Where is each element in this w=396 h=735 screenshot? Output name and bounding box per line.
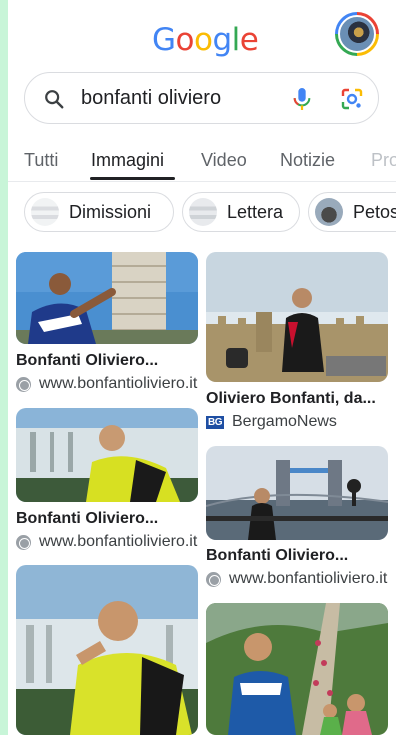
- globe-icon: [16, 376, 31, 392]
- result-title[interactable]: Bonfanti Oliviero...: [206, 547, 388, 565]
- logo-letter: g: [212, 22, 232, 58]
- chip-label: Dimissioni: [69, 201, 152, 222]
- logo-letter: o: [194, 22, 213, 58]
- result-source[interactable]: www.bonfantioliviero.it: [16, 375, 198, 393]
- chip-petosino[interactable]: Petosino: [308, 192, 396, 232]
- chip-label: Petosino: [353, 201, 396, 222]
- chip-thumbnail: [315, 198, 343, 226]
- globe-icon: [206, 571, 221, 587]
- image-result[interactable]: [206, 603, 388, 735]
- result-thumbnail[interactable]: [16, 565, 198, 735]
- result-source[interactable]: www.bonfantioliviero.it: [16, 533, 198, 551]
- tab-immagini[interactable]: Immagini: [91, 150, 164, 171]
- filter-chips: Dimissioni Lettera Petosino: [8, 192, 396, 232]
- image-result[interactable]: Bonfanti Oliviero... www.bonfantiolivier…: [206, 446, 388, 588]
- tab-more[interactable]: Pro: [371, 150, 396, 171]
- tab-video[interactable]: Video: [201, 150, 247, 171]
- globe-icon: [16, 534, 31, 550]
- tab-notizie[interactable]: Notizie: [280, 150, 335, 171]
- search-tabs: Tutti Immagini Video Notizie Pro: [8, 140, 396, 182]
- image-result[interactable]: Bonfanti Oliviero... www.bonfantiolivier…: [16, 408, 198, 550]
- logo-letter: e: [239, 22, 259, 58]
- bergamonews-icon: BG: [206, 415, 224, 429]
- chip-dimissioni[interactable]: Dimissioni: [24, 192, 174, 232]
- result-title[interactable]: Bonfanti Oliviero...: [16, 352, 198, 370]
- image-result[interactable]: [16, 565, 198, 735]
- result-source[interactable]: www.bonfantioliviero.it: [206, 570, 388, 588]
- search-input[interactable]: bonfanti oliviero: [81, 87, 221, 110]
- search-bar[interactable]: bonfanti oliviero: [24, 72, 379, 124]
- result-source-text: BergamoNews: [232, 413, 337, 430]
- avatar-image: [338, 15, 376, 53]
- result-thumbnail[interactable]: [206, 252, 388, 382]
- result-title[interactable]: Oliviero Bonfanti, da...: [206, 390, 388, 408]
- chip-thumbnail: [189, 198, 217, 226]
- result-source-text: www.bonfantioliviero.it: [39, 533, 198, 550]
- google-images-app: Google bonfanti oliviero Tutti Immagini …: [8, 0, 396, 735]
- chip-lettera[interactable]: Lettera: [182, 192, 300, 232]
- result-source[interactable]: BG BergamoNews: [206, 413, 388, 431]
- result-thumbnail[interactable]: [206, 446, 388, 540]
- tab-tutti[interactable]: Tutti: [24, 150, 58, 171]
- search-icon[interactable]: [43, 88, 65, 110]
- logo-letter: l: [231, 22, 241, 58]
- logo-letter: o: [175, 22, 195, 58]
- result-thumbnail[interactable]: [16, 252, 198, 344]
- result-thumbnail[interactable]: [206, 603, 388, 735]
- result-title[interactable]: Bonfanti Oliviero...: [16, 510, 198, 528]
- result-thumbnail[interactable]: [16, 408, 198, 502]
- result-source-text: www.bonfantioliviero.it: [39, 375, 198, 392]
- active-tab-indicator: [90, 177, 175, 180]
- account-avatar[interactable]: [335, 12, 379, 56]
- result-source-text: www.bonfantioliviero.it: [229, 570, 388, 587]
- logo-letter: G: [152, 22, 176, 58]
- google-logo[interactable]: Google: [152, 22, 259, 58]
- chip-label: Lettera: [227, 201, 284, 222]
- lens-icon[interactable]: [340, 87, 364, 111]
- image-result[interactable]: Oliviero Bonfanti, da... BG BergamoNews: [206, 252, 388, 432]
- image-result[interactable]: Bonfanti Oliviero... www.bonfantiolivier…: [16, 252, 198, 394]
- chip-thumbnail: [31, 198, 59, 226]
- mic-icon[interactable]: [291, 86, 313, 112]
